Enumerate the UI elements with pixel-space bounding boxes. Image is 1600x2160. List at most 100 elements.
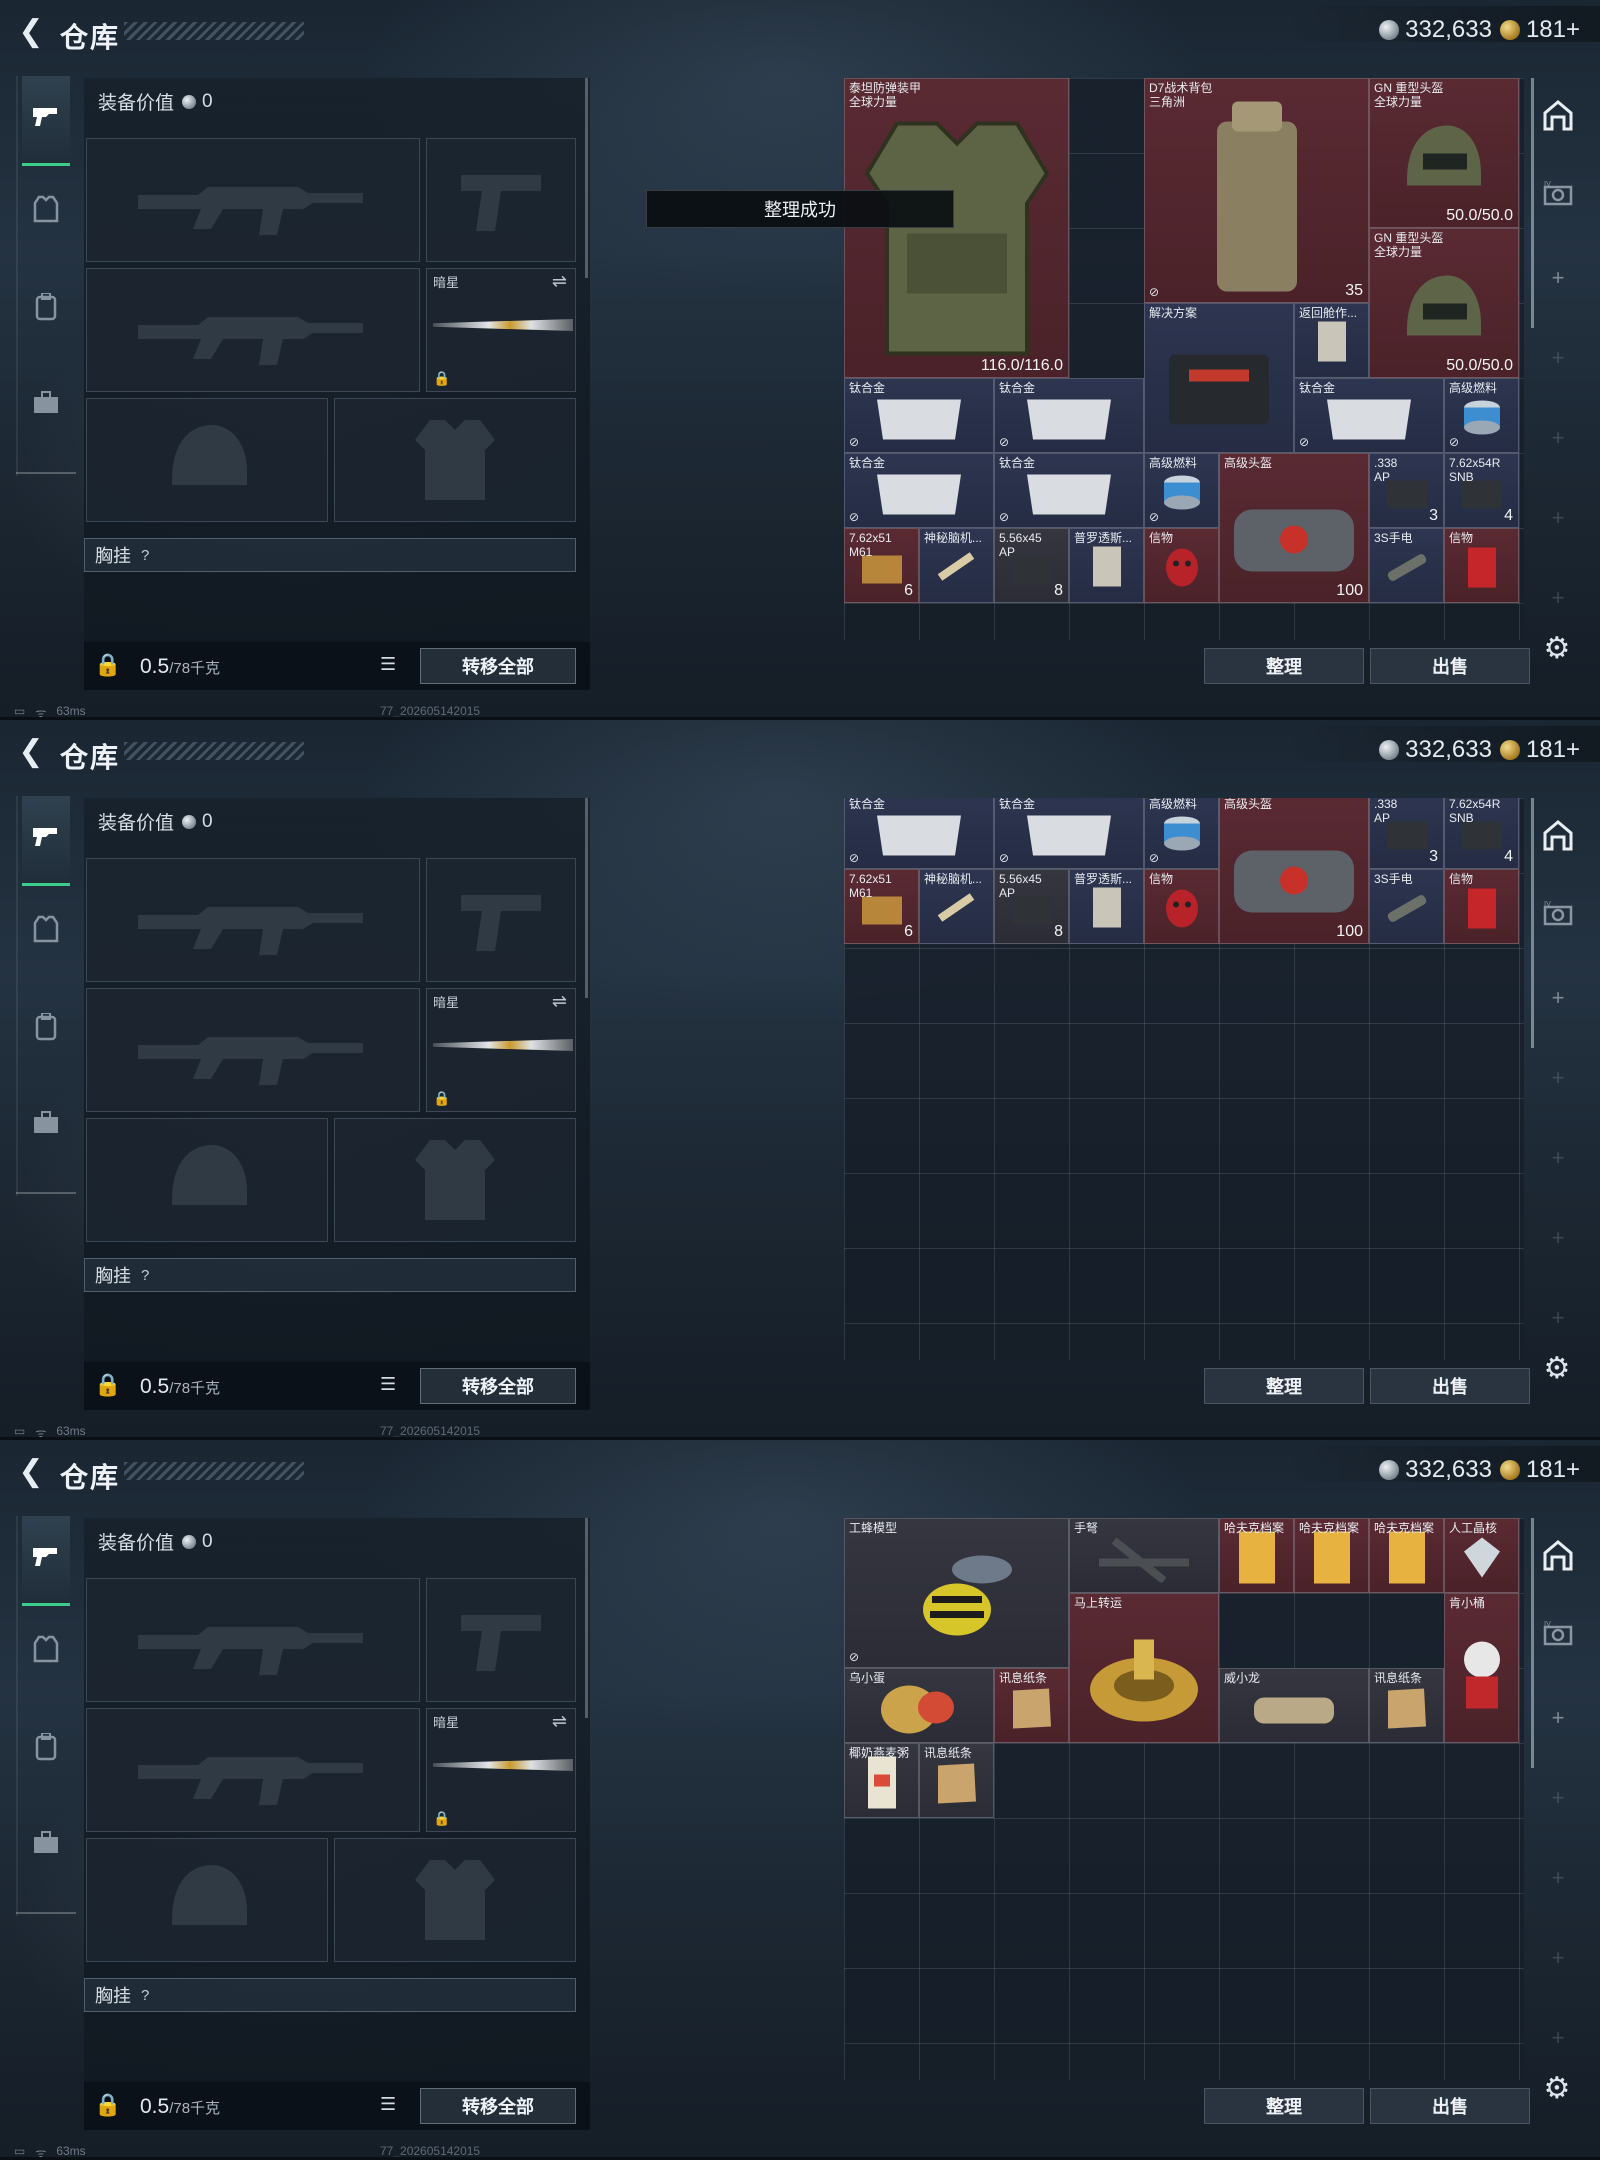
- transfer-all-button[interactable]: 转移全部: [420, 1368, 576, 1404]
- helmet-slot[interactable]: [86, 398, 328, 522]
- storage-item[interactable]: 5.56x45 AP 8: [994, 869, 1069, 945]
- secondary-weapon-slot[interactable]: [86, 1708, 420, 1832]
- storage-item[interactable]: 泰坦防弹装甲 全球力量 116.0/116.0: [844, 78, 1069, 378]
- gold-currency[interactable]: 181+: [1499, 1456, 1580, 1484]
- helmet-slot[interactable]: [86, 1118, 328, 1242]
- tab-armor[interactable]: [22, 188, 70, 236]
- add-storage-button[interactable]: +: [1534, 574, 1582, 622]
- add-storage-button[interactable]: +: [1534, 334, 1582, 382]
- storage-item[interactable]: 高级燃料 ⊘: [1144, 453, 1219, 528]
- storage-item[interactable]: 工蜂模型 ⊘: [844, 1518, 1069, 1668]
- gold-currency[interactable]: 181+: [1499, 16, 1580, 44]
- storage-item[interactable]: 7.62x51 M61 6: [844, 528, 919, 603]
- add-storage-button[interactable]: +: [1534, 1934, 1582, 1982]
- tab-cases[interactable]: [22, 382, 70, 430]
- add-storage-button[interactable]: +: [1534, 414, 1582, 462]
- storage-item[interactable]: GN 重型头盔 全球力量 50.0/50.0: [1369, 78, 1519, 228]
- storage-item[interactable]: 7.62x54R SNB 4: [1444, 798, 1519, 870]
- storage-item[interactable]: 哈夫克档案: [1219, 1518, 1294, 1593]
- chest-rig-slot[interactable]: 胸挂 ?: [84, 538, 576, 572]
- lock-icon[interactable]: 🔒: [94, 1372, 121, 1398]
- back-button[interactable]: ❮: [16, 1454, 46, 1488]
- armor-slot[interactable]: [334, 398, 576, 522]
- storage-item[interactable]: 钛合金 ⊘: [994, 453, 1144, 528]
- storage-item[interactable]: 高级燃料 ⊘: [1444, 378, 1519, 453]
- tab-main-storage[interactable]: [1534, 94, 1582, 142]
- transfer-all-button[interactable]: 转移全部: [420, 648, 576, 684]
- storage-item[interactable]: 信物: [1144, 869, 1219, 945]
- tab-main-storage[interactable]: [1534, 814, 1582, 862]
- storage-item[interactable]: 普罗透斯...: [1069, 528, 1144, 603]
- tab-collection[interactable]: IV: [1534, 892, 1582, 940]
- equipment-scrollbar[interactable]: [585, 1518, 588, 1718]
- storage-item[interactable]: 肯小桶: [1444, 1593, 1519, 1743]
- storage-item[interactable]: 神秘脑机...: [919, 528, 994, 603]
- storage-item[interactable]: 信物: [1144, 528, 1219, 603]
- primary-weapon-slot[interactable]: [86, 1578, 420, 1702]
- back-button[interactable]: ❮: [16, 734, 46, 768]
- tab-armor[interactable]: [22, 908, 70, 956]
- add-storage-button[interactable]: +: [1534, 1134, 1582, 1182]
- gold-currency[interactable]: 181+: [1499, 736, 1580, 764]
- chest-rig-slot[interactable]: 胸挂 ?: [84, 1258, 576, 1292]
- add-storage-button[interactable]: +: [1534, 1854, 1582, 1902]
- tab-collection[interactable]: IV: [1534, 1612, 1582, 1660]
- help-icon[interactable]: ?: [141, 1987, 149, 2004]
- melee-slot[interactable]: 暗星 ⇌ 🔒: [426, 268, 576, 392]
- secondary-weapon-slot[interactable]: [86, 988, 420, 1112]
- storage-item[interactable]: 神秘脑机...: [919, 869, 994, 945]
- tab-main-storage[interactable]: [1534, 1534, 1582, 1582]
- storage-item[interactable]: 钛合金 ⊘: [994, 798, 1144, 870]
- sort-button[interactable]: 整理: [1204, 1368, 1364, 1404]
- sell-button[interactable]: 出售: [1370, 1368, 1530, 1404]
- tab-cases[interactable]: [22, 1822, 70, 1870]
- storage-item[interactable]: .338 AP 3: [1369, 798, 1444, 870]
- armor-slot[interactable]: [334, 1118, 576, 1242]
- helmet-slot[interactable]: [86, 1838, 328, 1962]
- storage-item[interactable]: 讯息纸条: [1369, 1668, 1444, 1743]
- sell-button[interactable]: 出售: [1370, 648, 1530, 684]
- storage-item[interactable]: 解决方案: [1144, 303, 1294, 453]
- transfer-all-button[interactable]: 转移全部: [420, 2088, 576, 2124]
- list-icon[interactable]: ☰: [380, 1374, 406, 1398]
- add-storage-button[interactable]: +: [1534, 974, 1582, 1022]
- tab-armor[interactable]: [22, 1628, 70, 1676]
- settings-button[interactable]: ⚙: [1537, 628, 1577, 668]
- storage-item[interactable]: 5.56x45 AP 8: [994, 528, 1069, 603]
- list-icon[interactable]: ☰: [380, 654, 406, 678]
- storage-item[interactable]: 钛合金 ⊘: [844, 798, 994, 870]
- list-icon[interactable]: ☰: [380, 2094, 406, 2118]
- swap-icon[interactable]: ⇌: [552, 1711, 567, 1732]
- storage-item[interactable]: 哈夫克档案: [1294, 1518, 1369, 1593]
- tab-weapons[interactable]: [22, 1516, 70, 1606]
- storage-grid[interactable]: 钛合金 ⊘ 钛合金 ⊘ 高级燃料 ⊘ 高级头盔 100 .338 AP 3 7.62x54R SNB…: [844, 798, 1524, 1360]
- storage-item[interactable]: GN 重型头盔 全球力量 50.0/50.0: [1369, 228, 1519, 378]
- tab-weapons[interactable]: [22, 796, 70, 886]
- storage-item[interactable]: 钛合金 ⊘: [844, 378, 994, 453]
- add-storage-button[interactable]: +: [1534, 1774, 1582, 1822]
- lock-icon[interactable]: 🔒: [94, 652, 121, 678]
- storage-grid[interactable]: 工蜂模型 ⊘ 手弩 哈夫克档案 哈夫克档案 哈夫克档案 人工晶核 马上转运 肯小桶 乌小蛋 讯息纸条…: [844, 1518, 1524, 2080]
- back-button[interactable]: ❮: [16, 14, 46, 48]
- tab-backpack[interactable]: [22, 286, 70, 334]
- storage-item[interactable]: 7.62x54R SNB 4: [1444, 453, 1519, 528]
- tab-backpack[interactable]: [22, 1006, 70, 1054]
- storage-item[interactable]: 高级燃料 ⊘: [1144, 798, 1219, 870]
- storage-item[interactable]: 钛合金 ⊘: [1294, 378, 1444, 453]
- storage-item[interactable]: D7战术背包 三角洲 35 ⊘: [1144, 78, 1369, 303]
- storage-item[interactable]: 信物: [1444, 869, 1519, 945]
- settings-button[interactable]: ⚙: [1537, 2068, 1577, 2108]
- storage-item[interactable]: 高级头盔 100: [1219, 798, 1369, 945]
- storage-item[interactable]: 乌小蛋: [844, 1668, 994, 1743]
- storage-item[interactable]: 人工晶核: [1444, 1518, 1519, 1593]
- help-icon[interactable]: ?: [141, 547, 149, 564]
- equipment-scrollbar[interactable]: [585, 78, 588, 278]
- swap-icon[interactable]: ⇌: [552, 991, 567, 1012]
- storage-item[interactable]: 钛合金 ⊘: [994, 378, 1144, 453]
- add-storage-button[interactable]: +: [1534, 1054, 1582, 1102]
- storage-item[interactable]: 讯息纸条: [994, 1668, 1069, 1743]
- secondary-weapon-slot[interactable]: [86, 268, 420, 392]
- storage-item[interactable]: 手弩: [1069, 1518, 1219, 1593]
- primary-weapon-slot[interactable]: [86, 858, 420, 982]
- add-storage-button[interactable]: +: [1534, 494, 1582, 542]
